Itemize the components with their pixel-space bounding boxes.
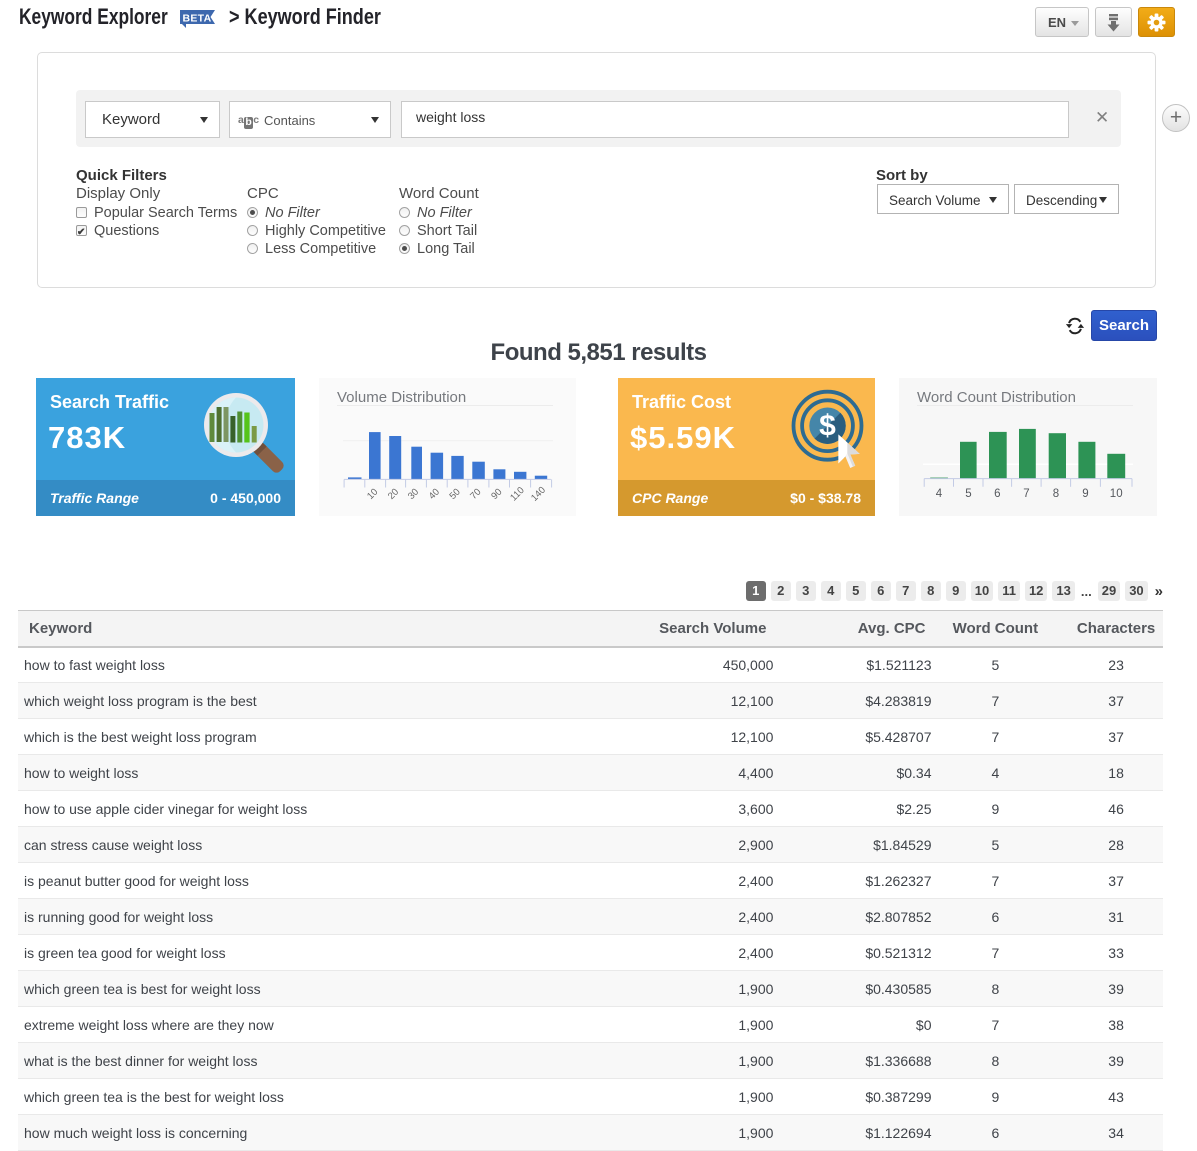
svg-text:$: $ (819, 410, 836, 443)
svg-text:110: 110 (508, 485, 526, 503)
svg-text:8: 8 (1053, 488, 1059, 500)
svg-text:5: 5 (965, 488, 971, 500)
svg-text:10: 10 (1110, 488, 1123, 500)
svg-text:40: 40 (427, 487, 442, 502)
svg-text:7: 7 (1023, 488, 1029, 500)
svg-text:4: 4 (936, 488, 943, 500)
svg-text:30: 30 (406, 487, 421, 502)
svg-text:140: 140 (529, 485, 548, 504)
svg-text:6: 6 (994, 488, 1000, 500)
svg-text:BETA: BETA (183, 13, 212, 25)
svg-text:20: 20 (386, 487, 401, 502)
svg-text:9: 9 (1082, 488, 1088, 500)
svg-text:70: 70 (468, 487, 483, 502)
svg-text:90: 90 (489, 487, 504, 502)
svg-text:50: 50 (448, 487, 463, 502)
svg-text:10: 10 (365, 487, 380, 502)
